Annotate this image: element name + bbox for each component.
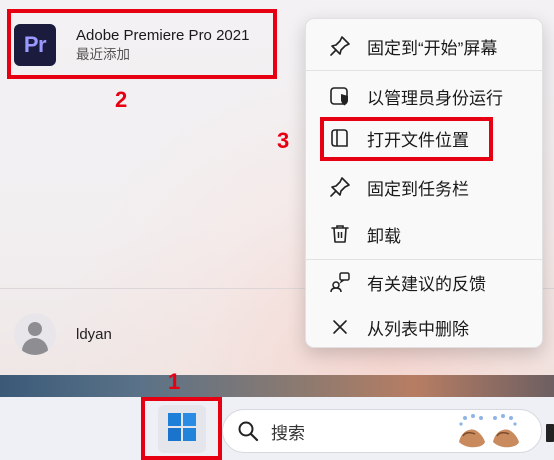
search-placeholder: 搜索	[271, 423, 305, 443]
menu-item-remove-from-list[interactable]: 从列表中删除	[306, 307, 542, 347]
menu-item-label: 有关建议的反馈	[367, 274, 486, 294]
menu-item-label: 从列表中删除	[367, 319, 469, 339]
menu-separator	[306, 70, 542, 71]
annotation-number-2: 2	[115, 87, 128, 112]
menu-item-label: 卸载	[367, 226, 401, 246]
admin-shield-icon	[328, 84, 352, 108]
menu-item-label: 以管理员身份运行	[367, 88, 503, 108]
menu-item-label: 固定到“开始”屏幕	[367, 38, 498, 58]
menu-item-label: 固定到任务栏	[367, 179, 469, 199]
annotation-box-1	[141, 397, 222, 460]
menu-item-pin-start[interactable]: 固定到“开始”屏幕	[306, 26, 542, 66]
feedback-icon	[328, 270, 352, 294]
menu-item-uninstall[interactable]: 卸载	[306, 214, 542, 254]
trash-icon	[328, 222, 352, 246]
menu-item-feedback[interactable]: 有关建议的反馈	[306, 262, 542, 302]
annotation-box-2	[7, 9, 277, 79]
annotation-box-3	[320, 117, 493, 161]
annotation-number-1: 1	[168, 369, 181, 394]
menu-separator	[306, 259, 542, 260]
search-icon	[237, 420, 259, 442]
user-account[interactable]: ldyan	[14, 313, 112, 355]
desktop-wallpaper-strip	[0, 375, 554, 397]
pin-taskbar-icon	[328, 175, 352, 199]
taskbar-app-icon[interactable]	[546, 424, 554, 442]
annotation-number-3: 3	[277, 128, 290, 153]
menu-item-run-as-admin[interactable]: 以管理员身份运行	[306, 76, 542, 116]
menu-item-pin-taskbar[interactable]: 固定到任务栏	[306, 167, 542, 207]
context-menu: 固定到“开始”屏幕 以管理员身份运行 打开文件位置 固定到任务栏 卸载 有关建议…	[305, 18, 543, 348]
user-name: ldyan	[76, 325, 112, 343]
search-highlight-doodle	[455, 412, 527, 452]
pin-icon	[328, 34, 352, 58]
close-icon	[328, 315, 352, 339]
user-avatar-icon	[14, 313, 56, 355]
